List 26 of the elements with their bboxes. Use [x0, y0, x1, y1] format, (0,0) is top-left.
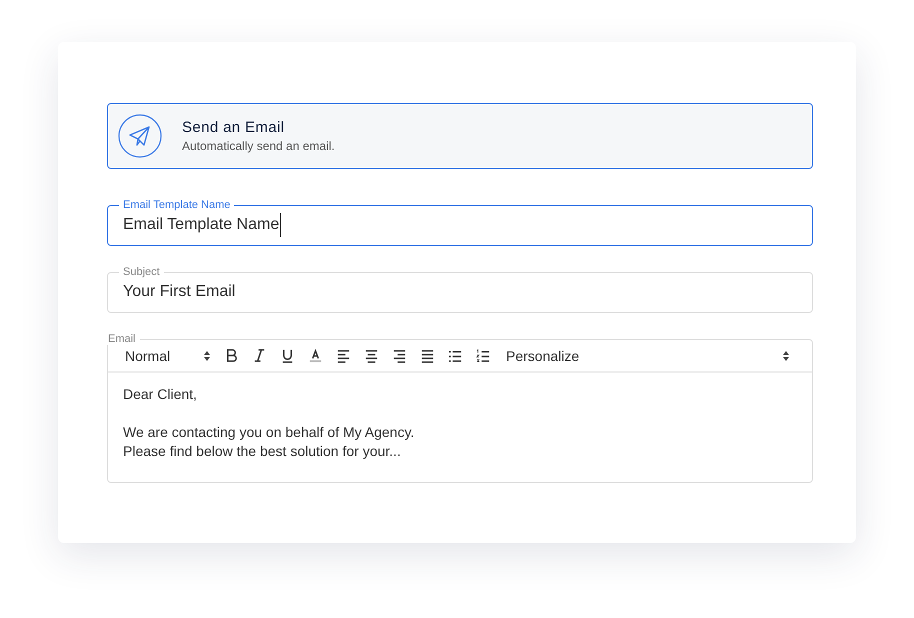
action-title: Send an Email	[182, 118, 286, 138]
align-center-icon	[364, 348, 378, 364]
personalize-dropdown[interactable]: Personalize	[506, 346, 790, 366]
numbered-list-icon	[476, 348, 490, 364]
field-label: Email Template Name	[122, 199, 232, 211]
body-text: We are contacting you on behalf of My Agency.	[123, 423, 416, 442]
field-value: Email Template Name	[123, 213, 282, 237]
body-text: Please find below the best solution for your...	[123, 442, 402, 461]
format-dropdown[interactable]: Normal	[125, 346, 211, 366]
editor-field[interactable]: Email Normal Personalize Dear Client, We are contacting you on behalf of My Agency. Please find below the best solution for your...	[107, 333, 813, 483]
justify-icon	[420, 348, 434, 364]
field-label: Email	[107, 333, 137, 345]
updown-caret-icon	[203, 350, 211, 362]
field-value: Your First Email	[123, 282, 236, 302]
align-left-icon	[336, 348, 350, 364]
input-field[interactable]: Subject Your First Email	[107, 266, 813, 313]
editor-body[interactable]: Dear Client, We are contacting you on behalf of My Agency. Please find below the best solution for your...	[108, 373, 812, 482]
input-field[interactable]: Email Template Name Email Template Name	[107, 199, 813, 246]
bullet-list-icon	[448, 348, 462, 364]
paper-plane-icon	[118, 114, 162, 158]
updown-caret-icon	[782, 350, 790, 362]
body-text: Dear Client,	[123, 385, 198, 404]
text-color-icon	[308, 348, 322, 364]
field-label: Subject	[122, 266, 161, 278]
action-description: Automatically send an email.	[182, 138, 335, 154]
align-right-icon	[392, 348, 406, 364]
